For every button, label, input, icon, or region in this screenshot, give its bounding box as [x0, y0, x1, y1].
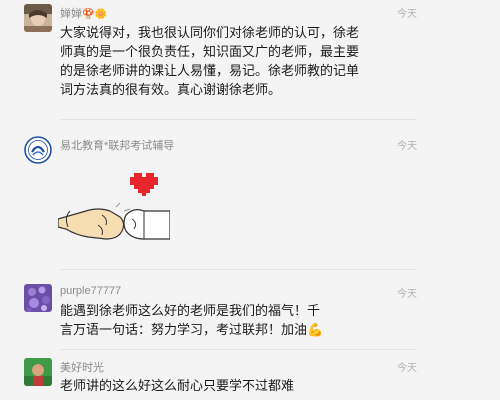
comment-time: 今天 [397, 141, 417, 152]
comment-item: 美好时光 今天 老师讲的这么好这么耐心只要学不过都难 [0, 350, 500, 400]
commenter-name[interactable]: 婵婵🍄🌼 [60, 5, 107, 21]
comment-time: 今天 [397, 363, 417, 374]
avatar[interactable] [24, 358, 52, 386]
commenter-name[interactable]: 易北教育*联邦考试辅导 [60, 137, 174, 153]
comment-text: 老师讲的这么好这么耐心只要学不过都难 [60, 378, 295, 393]
school-logo-avatar[interactable] [24, 136, 52, 164]
name-emoji: 🍄🌼 [82, 9, 107, 20]
avatar[interactable] [24, 4, 52, 32]
comment-item: 易北教育*联邦考试辅导 今天 [0, 120, 500, 270]
comment-text: 能遇到徐老师这么好的老师是我们的福气！千言万语一句话：努力学习，考过联邦！加油💪 [60, 303, 324, 337]
comment-text: 大家说得对，我也很认同你们对徐老师的认可，徐老师真的是一个很负责任，知识面又广的… [60, 25, 360, 97]
comment-feed: 婵婵🍄🌼 今天 大家说得对，我也很认同你们对徐老师的认可，徐老师真的是一个很负责… [0, 0, 500, 400]
commenter-name[interactable]: 美好时光 [60, 359, 104, 375]
comment-item: 婵婵🍄🌼 今天 大家说得对，我也很认同你们对徐老师的认可，徐老师真的是一个很负责… [0, 0, 500, 120]
comment-item: purple77777 今天 能遇到徐老师这么好的老师是我们的福气！千言万语一句… [0, 270, 500, 350]
fist-bump-heart-image[interactable] [57, 167, 171, 245]
avatar[interactable] [24, 284, 52, 312]
heart-icon [130, 173, 158, 196]
comment-time: 今天 [397, 289, 417, 300]
comment-time: 今天 [397, 9, 417, 20]
commenter-name[interactable]: purple77777 [60, 285, 121, 297]
